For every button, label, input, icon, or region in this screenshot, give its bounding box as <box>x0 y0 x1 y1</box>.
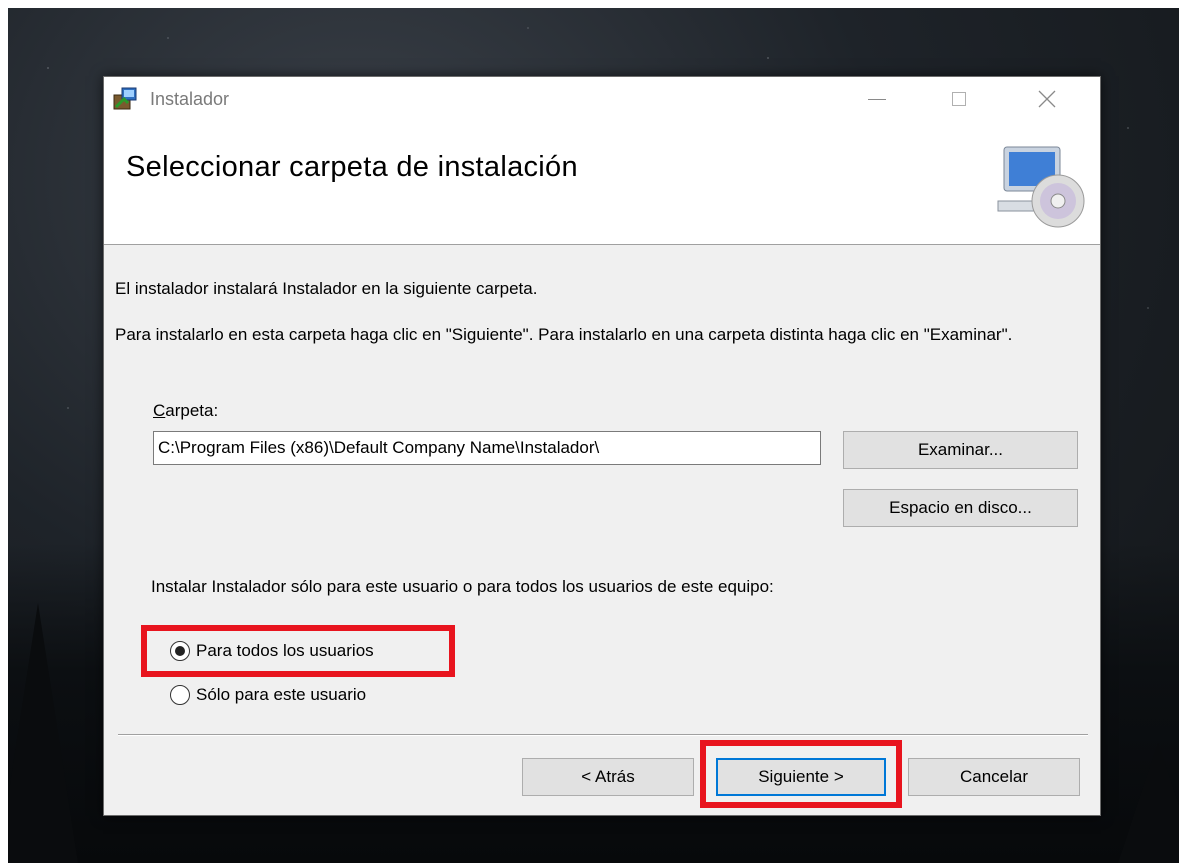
computer-with-disc-icon <box>997 146 1085 228</box>
folder-label-accelerator: C <box>153 401 166 420</box>
folder-label-text: arpeta: <box>165 401 219 420</box>
close-button[interactable] <box>1018 77 1076 121</box>
folder-path-input[interactable] <box>153 431 821 465</box>
maximize-icon <box>952 92 966 106</box>
pine-tree-right <box>1118 743 1179 863</box>
pine-tree-left <box>8 603 78 863</box>
browse-button[interactable]: Examinar... <box>843 431 1078 469</box>
highlight-box-all-users <box>141 625 455 677</box>
close-icon <box>1038 90 1056 108</box>
instructions-text: Para instalarlo en esta carpeta haga cli… <box>115 325 1013 344</box>
disk-space-button[interactable]: Espacio en disco... <box>843 489 1078 527</box>
radio-this-user[interactable]: Sólo para este usuario <box>170 685 366 705</box>
title-bar[interactable]: Instalador <box>104 77 1100 121</box>
radio-button-unselected[interactable] <box>170 685 190 705</box>
header-banner: Seleccionar carpeta de instalación <box>104 121 1100 245</box>
page-title: Seleccionar carpeta de instalación <box>126 151 578 183</box>
minimize-icon <box>868 98 886 100</box>
maximize-button <box>930 77 988 121</box>
installer-package-icon <box>113 87 137 110</box>
radio-this-user-label[interactable]: Sólo para este usuario <box>196 685 366 705</box>
intro-text: El instalador instalará Instalador en la… <box>115 279 538 298</box>
minimize-button[interactable] <box>848 77 906 121</box>
installer-window: Instalador Seleccionar carpeta de instal… <box>103 76 1101 816</box>
cancel-button[interactable]: Cancelar <box>908 758 1080 796</box>
install-scope-question: Instalar Instalador sólo para este usuar… <box>151 577 774 596</box>
back-button[interactable]: < Atrás <box>522 758 694 796</box>
window-title: Instalador <box>150 89 230 109</box>
highlight-box-next <box>700 740 902 808</box>
folder-label: Carpeta: <box>153 401 218 421</box>
footer-divider <box>118 734 1088 736</box>
